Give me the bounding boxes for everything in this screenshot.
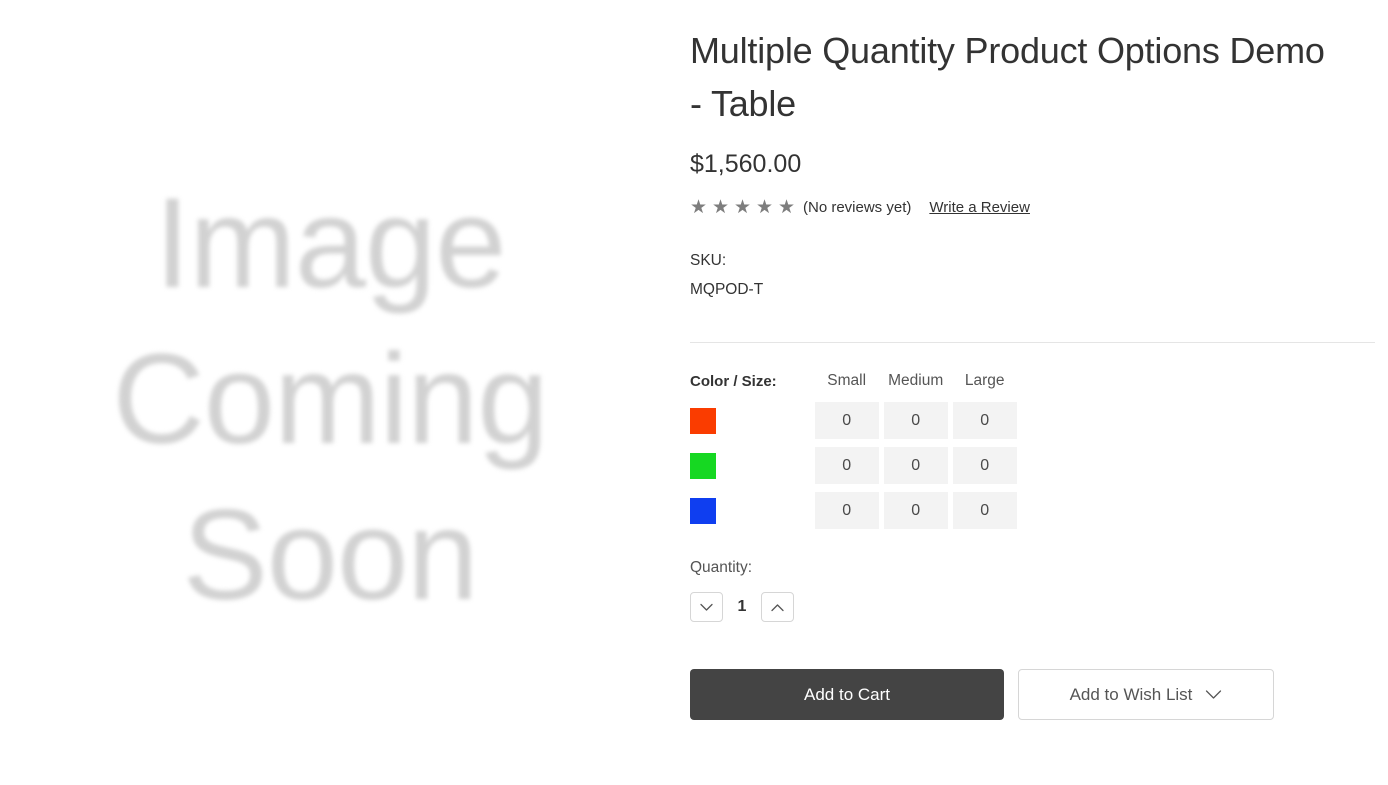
product-rating: ★ ★ ★ ★ ★ (No reviews yet) Write a Revie… [690,179,1388,219]
review-count-text: (No reviews yet) [803,199,912,216]
color-swatch-cell [690,402,815,447]
star-icon: ★ [690,197,708,218]
image-coming-soon-text: Image Coming Soon [112,171,548,628]
quantity-input-orange-red-small[interactable] [814,402,879,439]
chevron-down-icon [1205,685,1222,705]
quantity-cell [883,492,953,537]
product-detail-page: Image Coming Soon Multiple Quantity Prod… [0,0,1388,785]
quantity-stepper [690,579,1388,622]
quantity-input-blue-small[interactable] [814,492,879,529]
product-price: $1,560.00 [690,150,802,178]
quantity-decrement-button[interactable] [690,592,723,622]
color-swatch-orange-red[interactable] [690,407,716,434]
table-row [690,447,1022,492]
quantity-value-input[interactable] [723,598,761,616]
color-swatch-cell [690,447,815,492]
add-to-wish-list-button[interactable]: Add to Wish List [1018,669,1274,720]
color-swatch-green[interactable] [690,452,716,479]
star-rating: ★ ★ ★ ★ ★ [690,197,796,218]
product-image-placeholder: Image Coming Soon [30,165,630,635]
quantity-increment-button[interactable] [761,592,794,622]
quantity-input-green-large[interactable] [952,447,1017,484]
sku-label: SKU: [690,252,727,269]
column-header-medium: Medium [888,372,944,389]
color-swatch-blue[interactable] [690,497,716,524]
quantity-cell [883,402,953,447]
table-row [690,402,1022,447]
quantity-cell [952,492,1022,537]
quantity-cell [814,447,884,492]
color-swatch-cell [690,492,815,537]
quantity-cell [952,402,1022,447]
column-header-large: Large [964,372,1005,389]
table-header-row: Color / Size: Small Medium Large [690,372,1022,402]
write-review-link[interactable]: Write a Review [929,198,1030,218]
star-icon: ★ [778,197,796,218]
sku-block: SKU: MQPOD-T [690,219,1388,304]
quantity-cell [814,402,884,447]
product-actions: Add to Cart Add to Wish List [690,622,1388,720]
product-options-matrix: Color / Size: Small Medium Large [690,343,1388,537]
quantity-input-blue-large[interactable] [952,492,1017,529]
quantity-input-orange-red-medium[interactable] [883,402,948,439]
color-size-table: Color / Size: Small Medium Large [690,372,1022,537]
product-gallery: Image Coming Soon [0,0,660,785]
quantity-cell [952,447,1022,492]
quantity-input-green-small[interactable] [814,447,879,484]
quantity-input-green-medium[interactable] [883,447,948,484]
star-icon: ★ [734,197,752,218]
page-title: Multiple Quantity Product Options Demo -… [690,30,1325,124]
product-details: Multiple Quantity Product Options Demo -… [690,0,1388,785]
chevron-up-icon [771,603,784,612]
star-icon: ★ [712,197,730,218]
quantity-label: Quantity: [690,559,753,576]
color-size-label: Color / Size: [690,372,777,390]
chevron-down-icon [700,603,713,612]
table-row [690,492,1022,537]
add-to-wish-list-label: Add to Wish List [1069,684,1193,704]
quantity-input-blue-medium[interactable] [883,492,948,529]
sku-value: MQPOD-T [690,281,764,298]
column-header-small: Small [827,372,867,389]
quantity-cell [883,447,953,492]
quantity-cell [814,492,884,537]
add-to-cart-button[interactable]: Add to Cart [690,669,1004,720]
quantity-input-orange-red-large[interactable] [952,402,1017,439]
star-icon: ★ [756,197,774,218]
